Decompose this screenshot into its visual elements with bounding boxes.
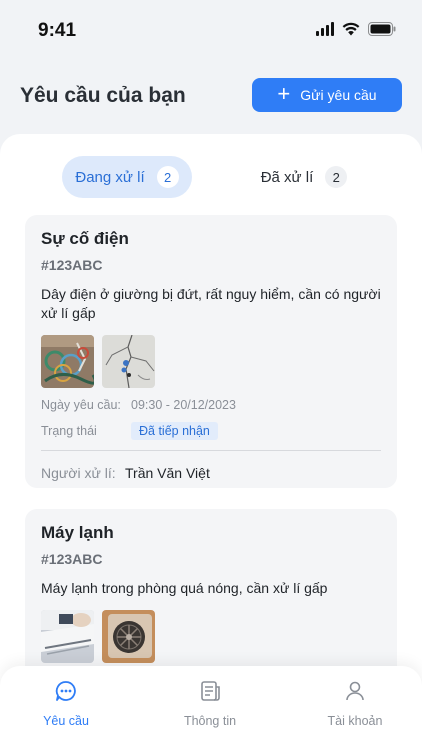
send-request-label: Gửi yêu cầu: [300, 87, 377, 103]
request-date-value: 09:30 - 20/12/2023: [131, 398, 236, 412]
request-photo-thumbnail[interactable]: [41, 335, 94, 388]
nav-account[interactable]: Tài khoản: [300, 680, 410, 728]
page-title: Yêu cầu của bạn: [20, 84, 186, 107]
tab-completed[interactable]: Đã xử lí 2: [244, 156, 364, 198]
request-title: Sự cố điện: [41, 229, 129, 248]
user-icon: [344, 680, 366, 705]
nav-requests[interactable]: Yêu cầu: [11, 680, 121, 728]
request-photo-thumbnail[interactable]: [102, 335, 155, 388]
nav-info[interactable]: Thông tin: [155, 680, 265, 728]
chat-bubble-icon: [55, 680, 77, 705]
tab-in-progress-count: 2: [156, 166, 179, 188]
tab-completed-label: Đã xử lí: [260, 168, 314, 186]
request-code: #123ABC: [41, 257, 103, 273]
request-handler-label: Người xử lí:: [41, 465, 116, 481]
request-handler-value: Trần Văn Việt: [125, 465, 210, 481]
request-card[interactable]: Sự cố điện #123ABC Dây điện ở giường bị …: [25, 215, 397, 488]
cellular-signal-icon: [316, 22, 334, 36]
bottom-nav: Yêu cầu Thông tin Tài khoản: [0, 666, 422, 750]
tab-in-progress-label: Đang xử lí: [75, 168, 145, 186]
tab-completed-count: 2: [325, 166, 348, 188]
request-photos: [41, 610, 381, 663]
request-title: Máy lạnh: [41, 523, 114, 542]
status-bar: 9:41: [0, 0, 422, 62]
request-photo-thumbnail[interactable]: [41, 610, 94, 663]
request-description: Máy lạnh trong phòng quá nóng, cần xử lí…: [41, 580, 328, 596]
wifi-icon: [342, 22, 360, 36]
request-list-sheet: Đang xử lí 2 Đã xử lí 2 Sự cố điện #123A…: [0, 134, 422, 750]
request-handler-row: Người xử lí: Trần Văn Việt: [41, 465, 381, 481]
status-tabs: Đang xử lí 2 Đã xử lí 2: [0, 156, 422, 198]
tab-in-progress[interactable]: Đang xử lí 2: [62, 156, 192, 198]
plus-icon: +: [277, 81, 291, 106]
status-time: 9:41: [38, 20, 77, 41]
request-date-label: Ngày yêu cầu:: [41, 398, 121, 412]
request-photos: [41, 335, 381, 388]
request-status-row: Trạng thái Đã tiếp nhận: [41, 422, 381, 440]
document-icon: [199, 680, 221, 705]
request-description: Dây điện ở giường bị đứt, rất nguy hiểm,…: [41, 286, 381, 321]
request-date-row: Ngày yêu cầu: 09:30 - 20/12/2023: [41, 398, 381, 412]
request-code: #123ABC: [41, 551, 103, 567]
request-status-label: Trạng thái: [41, 424, 97, 438]
battery-icon: [368, 22, 396, 36]
status-badge: Đã tiếp nhận: [131, 422, 218, 440]
nav-requests-label: Yêu cầu: [43, 714, 89, 728]
nav-account-label: Tài khoản: [327, 714, 383, 728]
card-divider: [41, 450, 381, 451]
send-request-button[interactable]: + Gửi yêu cầu: [252, 78, 402, 112]
header: Yêu cầu của bạn + Gửi yêu cầu: [0, 62, 422, 138]
status-icons: [316, 22, 396, 36]
request-photo-thumbnail[interactable]: [102, 610, 155, 663]
nav-info-label: Thông tin: [183, 714, 237, 728]
